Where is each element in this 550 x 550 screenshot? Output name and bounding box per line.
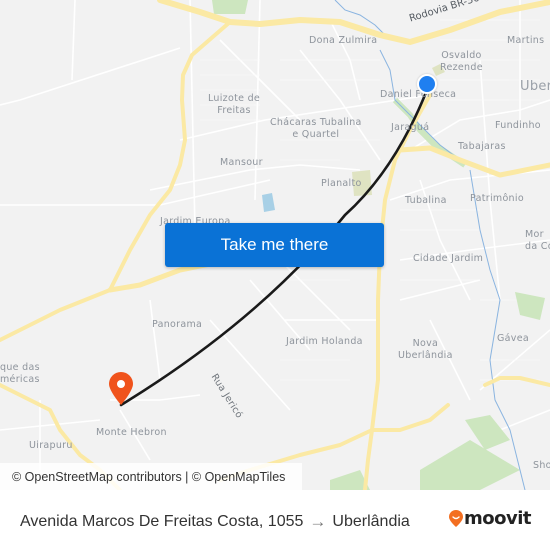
place-label-nova-uberlandia: Nova Uberlândia [398,338,453,361]
place-label-uirapuru: Uirapuru [29,440,73,451]
origin-dot-icon[interactable] [417,74,437,94]
place-label-panorama: Panorama [152,319,203,330]
destination-name: Uberlândia [332,513,410,530]
place-label-planalto: Planalto [321,178,362,189]
arrow-right-icon: → [309,512,327,531]
map-attribution[interactable]: © OpenStreetMap contributors | © OpenMap… [0,463,302,490]
place-label-fundinho: Fundinho [495,120,541,131]
place-label-tubalina: Tubalina [405,195,447,206]
place-label-morada-colina: Mor da Co [525,229,550,252]
moovit-wordmark: moovit [464,508,532,529]
place-label-monte-hebron: Monte Hebron [96,427,167,438]
place-label-daniel-fonseca: Daniel Fonseca [380,89,457,100]
moovit-pin-icon [449,509,463,527]
place-label-dona-zulmira: Dona Zulmira [309,35,378,46]
place-label-gavea: Gávea [497,333,529,344]
map[interactable]: Rodovia BR-365 Dona Zulmira Martins Osva… [0,0,550,490]
place-label-luizote-de-freitas: Luizote de Freitas [208,93,261,116]
place-label-osvaldo-rezende: Osvaldo Rezende [440,50,483,73]
trip-summary: Avenida Marcos De Freitas Costa, 1055 → … [20,512,410,532]
place-label-shopping: Sho [533,460,550,471]
place-label-parque-das-americas: que das méricas [0,362,40,385]
origin-address: Avenida Marcos De Freitas Costa, 1055 [20,513,304,530]
map-pin-icon[interactable] [108,372,134,406]
place-label-cidade-jardim: Cidade Jardim [413,253,484,264]
moovit-logo[interactable]: moovit [448,508,532,529]
place-label-jardim-holanda: Jardim Holanda [286,336,363,347]
take-me-there-button[interactable]: Take me there [165,223,384,267]
place-label-patrimonio: Patrimônio [470,193,524,204]
place-label-mansour: Mansour [220,157,263,168]
place-label-tabajaras: Tabajaras [458,141,506,152]
footer: Avenida Marcos De Freitas Costa, 1055 → … [0,490,550,550]
place-label-jaragua: Jaraguá [391,122,430,133]
place-label-chacaras-tubalina: Chácaras Tubalina e Quartel [270,117,362,140]
place-label-martins: Martins [507,35,545,46]
city-label-uberlandia: Uber [520,79,550,94]
